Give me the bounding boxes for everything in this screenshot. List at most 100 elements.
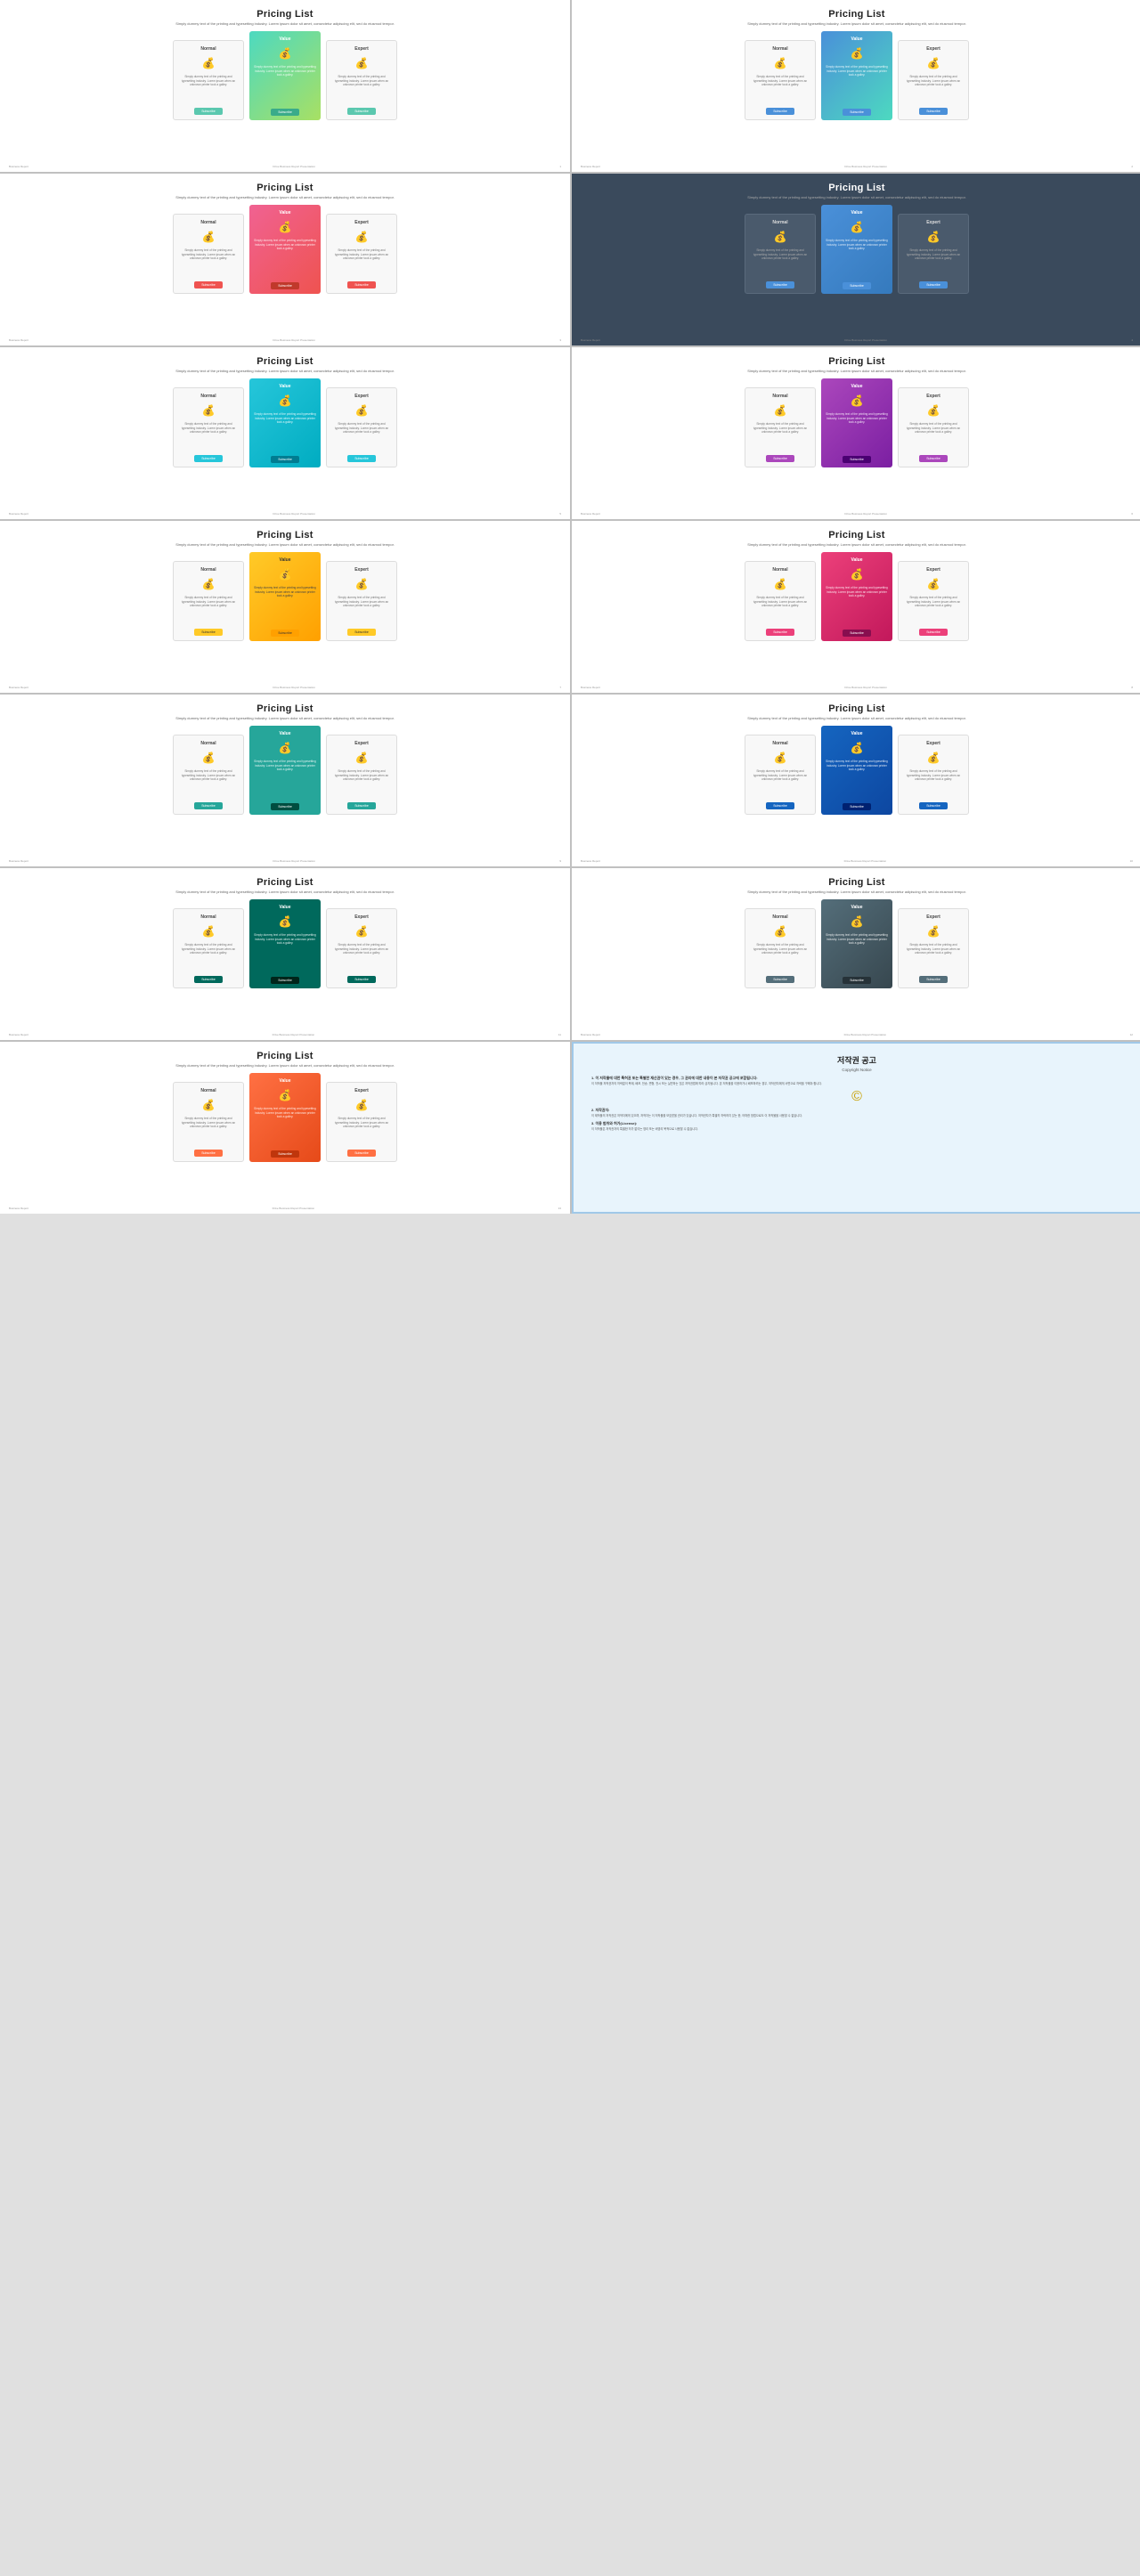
s4-value-btn[interactable]: Subscribe (843, 282, 871, 289)
s8-footer-center: Drive Business Report Presentation (844, 686, 887, 689)
s12-normal-btn[interactable]: Subscribe (766, 976, 794, 983)
s2-normal-btn[interactable]: Subscribe (766, 108, 794, 115)
s12-value-icon: 💰 (849, 913, 865, 930)
s10-footer-page: 10 (1130, 859, 1133, 863)
s2-card-value: Value 💰 Simply dummy text of the printin… (821, 31, 892, 120)
s8-value-icon: 💰 (849, 565, 865, 583)
s9-expert-text: Simply dummy text of the printing and ty… (331, 769, 392, 781)
s9-normal-text: Simply dummy text of the printing and ty… (178, 769, 239, 781)
s10-value-btn[interactable]: Subscribe (843, 803, 871, 810)
slide-9-subtitle: Simply dummy text of the printing and ty… (175, 716, 395, 720)
s12-card-value: Value 💰 Simply dummy text of the printin… (821, 899, 892, 988)
s10-expert-btn[interactable]: Subscribe (919, 802, 948, 809)
s7-value-btn[interactable]: Subscribe (271, 630, 299, 637)
s11-value-btn[interactable]: Subscribe (271, 977, 299, 984)
slide-7-cards: Normal 💰 Simply dummy text of the printi… (173, 552, 397, 641)
card-expert-label: Expert (354, 46, 369, 52)
s13-value-btn[interactable]: Subscribe (271, 1150, 299, 1158)
slide-7-footer: Business Report Drive Business Report Pr… (0, 686, 570, 689)
s5-normal-btn[interactable]: Subscribe (194, 455, 223, 462)
s7-card-expert: Expert 💰 Simply dummy text of the printi… (326, 561, 397, 641)
s8-value-btn[interactable]: Subscribe (843, 630, 871, 637)
s9-value-btn[interactable]: Subscribe (271, 803, 299, 810)
slide-2-title: Pricing List (828, 9, 885, 20)
s3-value-btn[interactable]: Subscribe (271, 282, 299, 289)
s11-footer-center: Drive Business Report Presentation (273, 1033, 315, 1036)
s11-normal-btn[interactable]: Subscribe (194, 976, 223, 983)
s5-value-icon: 💰 (277, 392, 293, 410)
s11-expert-btn[interactable]: Subscribe (347, 976, 376, 983)
s13-normal-btn[interactable]: Subscribe (194, 1150, 223, 1157)
s5-expert-label: Expert (354, 394, 369, 399)
s8-normal-btn[interactable]: Subscribe (766, 629, 794, 636)
s10-normal-btn[interactable]: Subscribe (766, 802, 794, 809)
s11-normal-label: Normal (200, 914, 216, 920)
s6-expert-text: Simply dummy text of the printing and ty… (903, 422, 964, 434)
s8-value-text: Simply dummy text of the printing and ty… (826, 586, 888, 597)
s10-expert-label: Expert (926, 741, 940, 746)
card-expert-btn[interactable]: Subscribe (347, 108, 376, 115)
slide-3-subtitle: Simply dummy text of the printing and ty… (175, 195, 395, 199)
s7-value-label: Value (279, 557, 290, 563)
s7-expert-btn[interactable]: Subscribe (347, 629, 376, 636)
card-value: Value 💰 Simply dummy text of the printin… (249, 31, 321, 120)
s5-expert-btn[interactable]: Subscribe (347, 455, 376, 462)
copyright-section-1: 1. 이 저작물에 대한 특허권 또는 특별한 재산권이 있는 경우, 그 권리… (591, 1076, 1122, 1086)
card-value-btn[interactable]: Subscribe (271, 109, 299, 116)
slide-3: Pricing List Simply dummy text of the pr… (0, 174, 570, 345)
s6-value-btn[interactable]: Subscribe (843, 456, 871, 463)
s13-normal-icon: 💰 (200, 1096, 216, 1114)
s6-normal-label: Normal (772, 394, 787, 399)
s9-normal-icon: 💰 (200, 749, 216, 767)
s6-footer-left: Business Report (581, 512, 600, 516)
s2-value-btn[interactable]: Subscribe (843, 109, 871, 116)
s4-normal-btn[interactable]: Subscribe (766, 281, 794, 288)
s9-normal-btn[interactable]: Subscribe (194, 802, 223, 809)
s13-normal-label: Normal (200, 1088, 216, 1093)
slide-2-footer: Business Report Drive Business Report Pr… (572, 165, 1140, 168)
s8-normal-text: Simply dummy text of the printing and ty… (750, 596, 810, 607)
footer-page: 1 (559, 165, 561, 168)
s9-value-text: Simply dummy text of the printing and ty… (254, 760, 316, 771)
s6-normal-btn[interactable]: Subscribe (766, 455, 794, 462)
s4-expert-btn[interactable]: Subscribe (919, 281, 948, 288)
slide-4: Pricing List Simply dummy text of the pr… (572, 174, 1140, 345)
copyright-s2-title: 2. 저작권자: (591, 1108, 1122, 1113)
card-normal-btn[interactable]: Subscribe (194, 108, 223, 115)
s7-normal-btn[interactable]: Subscribe (194, 629, 223, 636)
s9-value-label: Value (279, 731, 290, 736)
slide-11-cards: Normal 💰 Simply dummy text of the printi… (173, 899, 397, 988)
s2-normal-icon: 💰 (772, 54, 788, 72)
s8-expert-btn[interactable]: Subscribe (919, 629, 948, 636)
s3-normal-btn[interactable]: Subscribe (194, 281, 223, 288)
s9-card-value: Value 💰 Simply dummy text of the printin… (249, 726, 321, 815)
slide-2-cards: Normal 💰 Simply dummy text of the printi… (745, 31, 969, 120)
s2-expert-btn[interactable]: Subscribe (919, 108, 948, 115)
slide-8-title: Pricing List (828, 530, 885, 540)
s11-normal-icon: 💰 (200, 922, 216, 940)
s6-expert-label: Expert (926, 394, 940, 399)
slide-6-cards: Normal 💰 Simply dummy text of the printi… (745, 378, 969, 467)
s12-normal-icon: 💰 (772, 922, 788, 940)
s4-normal-text: Simply dummy text of the printing and ty… (750, 248, 810, 260)
slide-7-subtitle: Simply dummy text of the printing and ty… (175, 542, 395, 547)
s12-value-btn[interactable]: Subscribe (843, 977, 871, 984)
s7-expert-label: Expert (354, 567, 369, 573)
card-normal: Normal 💰 Simply dummy text of the printi… (173, 40, 244, 120)
s10-expert-text: Simply dummy text of the printing and ty… (903, 769, 964, 781)
s6-expert-btn[interactable]: Subscribe (919, 455, 948, 462)
s12-expert-icon: 💰 (925, 922, 941, 940)
s3-expert-btn[interactable]: Subscribe (347, 281, 376, 288)
s13-expert-text: Simply dummy text of the printing and ty… (331, 1117, 392, 1128)
s11-value-text: Simply dummy text of the printing and ty… (254, 933, 316, 945)
s5-normal-text: Simply dummy text of the printing and ty… (178, 422, 239, 434)
s9-expert-btn[interactable]: Subscribe (347, 802, 376, 809)
s13-expert-btn[interactable]: Subscribe (347, 1150, 376, 1157)
s3-expert-icon: 💰 (354, 228, 370, 246)
slide-10-subtitle: Simply dummy text of the printing and ty… (747, 716, 966, 720)
slide-8-cards: Normal 💰 Simply dummy text of the printi… (745, 552, 969, 641)
s7-footer-page: 7 (559, 686, 561, 689)
s12-expert-btn[interactable]: Subscribe (919, 976, 948, 983)
s11-normal-text: Simply dummy text of the printing and ty… (178, 943, 239, 955)
s5-value-btn[interactable]: Subscribe (271, 456, 299, 463)
